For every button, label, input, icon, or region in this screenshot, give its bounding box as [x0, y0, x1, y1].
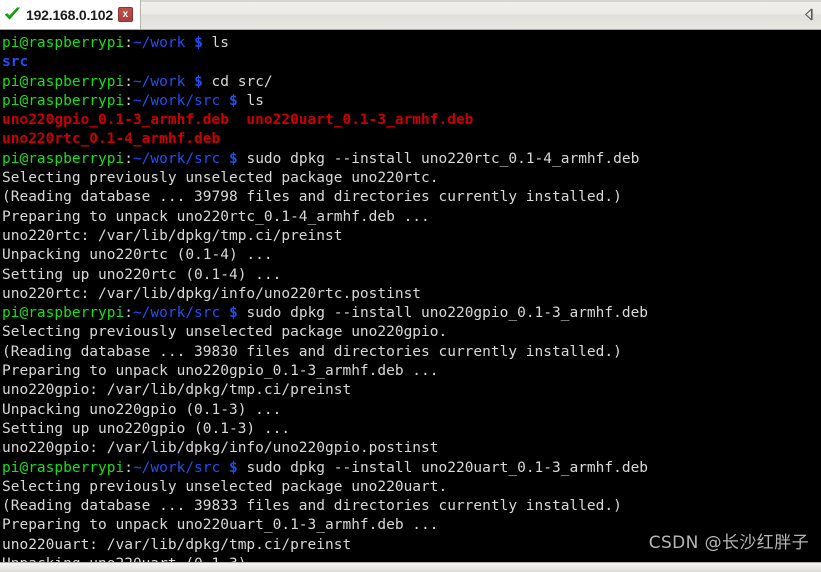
terminal-output-line: uno220gpio: /var/lib/dpkg/info/uno220gpi…	[2, 439, 821, 458]
prompt-command: sudo dpkg --install uno220rtc_0.1-4_armh…	[237, 150, 640, 167]
terminal-archive-line: uno220rtc_0.1-4_armhf.deb	[2, 130, 821, 149]
prompt-colon: :	[124, 150, 133, 167]
terminal-output-line: Unpacking uno220gpio (0.1-3) ...	[2, 401, 821, 420]
output-text: Setting up uno220rtc (0.1-4) ...	[2, 266, 282, 283]
prompt-path: ~/work/src	[132, 92, 221, 109]
terminal-lines: pi@raspberrypi:~/work $ ls src pi@raspberr…	[2, 34, 821, 562]
output-text: (Reading database ... 39833 files and di…	[2, 498, 622, 515]
output-text: (Reading database ... 39798 files and di…	[2, 189, 622, 206]
output-text: Preparing to unpack uno220rtc_0.1-4_armh…	[2, 208, 430, 225]
output-text: (Reading database ... 39830 files and di…	[2, 343, 622, 360]
terminal-output-area[interactable]: pi@raspberrypi:~/work $ ls src pi@raspberr…	[0, 30, 821, 562]
prompt-command: ls	[202, 35, 230, 51]
prompt-path: ~/work/src	[132, 459, 221, 476]
terminal-output-line: Selecting previously unselected package …	[2, 169, 821, 188]
prompt-command: ls	[237, 92, 264, 109]
terminal-output-line: Selecting previously unselected package …	[2, 323, 821, 342]
output-text: uno220gpio: /var/lib/dpkg/info/uno220gpi…	[2, 440, 439, 457]
prompt-command: sudo dpkg --install uno220gpio_0.1-3_arm…	[237, 305, 649, 322]
terminal-output-line: Setting up uno220rtc (0.1-4) ...	[2, 266, 821, 285]
archive-filenames: uno220gpio_0.1-3_armhf.deb uno220uart_0.…	[2, 112, 474, 129]
output-text: Setting up uno220gpio (0.1-3) ...	[2, 420, 291, 437]
terminal-directory-line: src	[2, 53, 821, 72]
prompt-colon: :	[124, 35, 133, 51]
terminal-prompt-line: pi@raspberrypi:~/work/src $ sudo dpkg --…	[2, 459, 821, 478]
output-text: Unpacking uno220gpio (0.1-3) ...	[2, 401, 282, 418]
prompt-sigil: $	[229, 92, 238, 109]
terminal-prompt-line: pi@raspberrypi:~/work $ ls	[2, 34, 821, 53]
directory-name: src	[2, 54, 29, 71]
terminal-output-line: Selecting previously unselected package …	[2, 478, 821, 497]
green-check-icon	[4, 7, 20, 20]
output-text: Selecting previously unselected package …	[2, 170, 439, 187]
tab-title: 192.168.0.102	[26, 6, 113, 23]
terminal-output-line: Preparing to unpack uno220rtc_0.1-4_armh…	[2, 208, 821, 227]
output-text: uno220rtc: /var/lib/dpkg/info/uno220rtc.…	[2, 285, 422, 302]
prompt-path: ~/work/src	[132, 305, 221, 322]
terminal-output-line: Setting up uno220gpio (0.1-3) ...	[2, 420, 821, 439]
tab-bar-spacer	[141, 0, 795, 29]
output-text: uno220gpio: /var/lib/dpkg/tmp.ci/preinst	[2, 382, 352, 399]
prompt-user-host: pi@raspberrypi	[2, 150, 125, 167]
prompt-sigil: $	[229, 459, 238, 476]
output-text: uno220uart: /var/lib/dpkg/tmp.ci/preinst	[2, 536, 352, 553]
prompt-command: sudo dpkg --install uno220uart_0.1-3_arm…	[237, 459, 649, 476]
prompt-sigil: $	[194, 35, 203, 51]
prompt-sigil: $	[229, 305, 238, 322]
prompt-colon: :	[124, 459, 133, 476]
prompt-user-host: pi@raspberrypi	[2, 459, 125, 476]
output-text: Selecting previously unselected package …	[2, 478, 448, 495]
tab-close-button[interactable]: x	[117, 7, 133, 22]
terminal-output-line: (Reading database ... 39830 files and di…	[2, 343, 821, 362]
terminal-output-line: uno220rtc: /var/lib/dpkg/tmp.ci/preinst	[2, 227, 821, 246]
prompt-path: ~/work	[132, 73, 186, 90]
window-bottom-strip	[0, 562, 821, 572]
terminal-output-line: (Reading database ... 39798 files and di…	[2, 188, 821, 207]
archive-filenames: uno220rtc_0.1-4_armhf.deb	[2, 131, 221, 148]
terminal-output-line: uno220gpio: /var/lib/dpkg/tmp.ci/preinst	[2, 381, 821, 400]
prompt-colon: :	[124, 73, 133, 90]
terminal-output-line: Unpacking uno220uart (0.1-3) ...	[2, 555, 821, 562]
terminal-archive-line: uno220gpio_0.1-3_armhf.deb uno220uart_0.…	[2, 111, 821, 130]
left-triangle-icon	[804, 8, 813, 21]
prompt-user-host: pi@raspberrypi	[2, 73, 125, 90]
prompt-user-host: pi@raspberrypi	[2, 92, 125, 109]
terminal-window: 192.168.0.102 x pi@raspberrypi:~/work $ …	[0, 0, 821, 572]
terminal-prompt-line: pi@raspberrypi:~/work/src $ sudo dpkg --…	[2, 304, 821, 323]
prompt-user-host: pi@raspberrypi	[2, 35, 125, 51]
prompt-command: cd src/	[202, 73, 273, 90]
terminal-output-line: uno220uart: /var/lib/dpkg/tmp.ci/preinst	[2, 536, 821, 555]
output-text: Unpacking uno220rtc (0.1-4) ...	[2, 247, 273, 264]
prompt-colon: :	[124, 305, 133, 322]
terminal-output-line: Unpacking uno220rtc (0.1-4) ...	[2, 246, 821, 265]
prompt-path: ~/work	[132, 35, 186, 51]
tab-bar: 192.168.0.102 x	[0, 0, 821, 30]
terminal-output-line: uno220rtc: /var/lib/dpkg/info/uno220rtc.…	[2, 285, 821, 304]
prompt-path: ~/work/src	[132, 150, 221, 167]
output-text: Unpacking uno220uart (0.1-3) ...	[2, 556, 281, 562]
terminal-output-line: (Reading database ... 39833 files and di…	[2, 497, 821, 516]
output-text: Preparing to unpack uno220uart_0.1-3_arm…	[2, 517, 439, 534]
tab-192-168-0-102[interactable]: 192.168.0.102 x	[0, 0, 141, 29]
terminal-prompt-line: pi@raspberrypi:~/work/src $ sudo dpkg --…	[2, 150, 821, 169]
prompt-user-host: pi@raspberrypi	[2, 305, 125, 322]
output-text: uno220rtc: /var/lib/dpkg/tmp.ci/preinst	[2, 227, 343, 244]
output-text: Selecting previously unselected package …	[2, 324, 448, 341]
terminal-prompt-line: pi@raspberrypi:~/work/src $ ls	[2, 92, 821, 111]
prompt-colon: :	[124, 92, 133, 109]
terminal-prompt-line: pi@raspberrypi:~/work $ cd src/	[2, 73, 821, 92]
output-text: Preparing to unpack uno220gpio_0.1-3_arm…	[2, 363, 439, 380]
terminal-output-line: Preparing to unpack uno220uart_0.1-3_arm…	[2, 516, 821, 535]
prompt-sigil: $	[229, 150, 238, 167]
terminal-output-line: Preparing to unpack uno220gpio_0.1-3_arm…	[2, 362, 821, 381]
prompt-sigil: $	[194, 73, 203, 90]
collapse-panel-button[interactable]	[795, 0, 821, 29]
